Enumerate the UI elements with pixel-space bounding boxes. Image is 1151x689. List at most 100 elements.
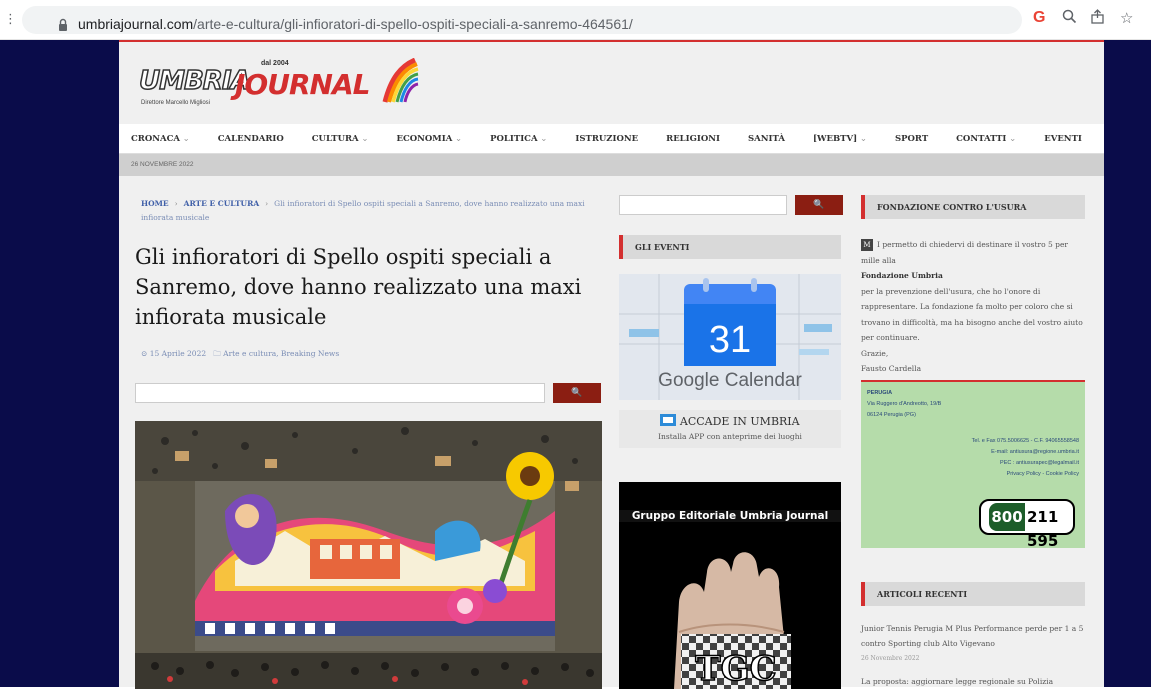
nav-item-label: CRONACA	[131, 133, 180, 144]
contact-details: Tel. e Fax 075.5006625 - C.F. 9406555854…	[972, 436, 1079, 480]
events-widget-heading: GLI EVENTI	[619, 235, 841, 259]
fond-body: per la prevenzione dell'usura, che ho l'…	[861, 286, 1083, 343]
logo-swirl-icon	[382, 58, 419, 103]
nav-item[interactable]: CALENDARIO	[218, 134, 284, 144]
contact-address-line2: 06124 Perugia (PG)	[867, 412, 916, 418]
nav-item-label: CONTATTI	[956, 133, 1007, 144]
accade-in-umbria-banner[interactable]: ACCADE IN UMBRIA Installa APP con antepr…	[619, 410, 841, 448]
google-icon[interactable]: G	[1033, 9, 1045, 27]
contact-email[interactable]: E-mail: antiusura@regione.umbria.it	[972, 447, 1079, 458]
nav-item-label: [WEBTV]	[812, 133, 858, 144]
contact-address-line1: Via Ruggero d'Andreotto, 19/B	[867, 401, 942, 407]
search-icon: 🔍	[813, 200, 825, 210]
accade-subtitle: Installa APP con anteprime dei luoghi	[658, 432, 802, 441]
contact-tel: Tel. e Fax 075.5006625 - C.F. 9406555854…	[971, 438, 1079, 444]
recent-articles-list: Junior Tennis Perugia M Plus Performance…	[861, 621, 1085, 689]
breadcrumb-home[interactable]: HOME	[141, 199, 169, 208]
nav-item[interactable]: POLITICA ⌄	[490, 134, 547, 144]
nav-item[interactable]: ISTRUZIONE	[575, 134, 638, 144]
site-logo[interactable]: dal 2004 UMBRIA JOURNAL Direttore Marcel…	[138, 58, 419, 118]
google-calendar-text: Google Calendar	[658, 370, 802, 391]
fond-intro: I permetto di chiedervi di destinare il …	[861, 240, 1069, 265]
chevron-down-icon: ⌄	[179, 133, 190, 144]
zoom-icon[interactable]	[1062, 9, 1077, 28]
fondazione-heading: FONDAZIONE CONTRO L'USURA	[861, 195, 1085, 219]
nav-item-label: EVENTI	[1044, 133, 1082, 144]
chevron-down-icon: ⌄	[537, 133, 548, 144]
article-meta: ⊙ 15 Aprile 2022 🗀 Arte e cultura, Break…	[141, 348, 339, 361]
main-nav: CRONACA ⌄ CALENDARIO CULTURA ⌄ ECONOMIA ⌄ PO…	[119, 124, 1104, 154]
antiusura-contact-box[interactable]: PERUGIA Via Ruggero d'Andreotto, 19/B 06…	[861, 380, 1085, 550]
accade-title: ACCADE IN UMBRIA	[619, 414, 841, 428]
logo-journal-text: JOURNAL	[235, 68, 370, 101]
nav-item-label: POLITICA	[490, 133, 538, 144]
nav-item[interactable]: ECONOMIA ⌄	[396, 134, 462, 144]
nav-item-label: ECONOMIA	[396, 133, 453, 144]
logo-tagline: Direttore Marcello Migliosi	[141, 100, 211, 106]
share-icon[interactable]	[1090, 9, 1105, 28]
search-icon: 🔍	[571, 388, 583, 398]
menu-dots-icon[interactable]: ⋮	[4, 12, 17, 27]
toll-free-number[interactable]: 800 211 595	[979, 499, 1075, 550]
nav-item-label: RELIGIONI	[666, 133, 721, 144]
contact-pec[interactable]: PEC : antiusurapec@legalmail.it	[972, 458, 1079, 469]
recent-article-title[interactable]: Junior Tennis Perugia M Plus Performance…	[861, 621, 1085, 651]
bookmark-star-icon[interactable]: ☆	[1120, 9, 1133, 27]
chevron-down-icon: ⌄	[358, 133, 369, 144]
nav-item[interactable]: SPORT	[895, 134, 928, 144]
folder-icon: 🗀	[213, 349, 221, 358]
lock-icon[interactable]	[58, 18, 68, 32]
nav-item-label: SANITÀ	[748, 133, 785, 144]
site-container: dal 2004 UMBRIA JOURNAL Direttore Marcel…	[119, 40, 1104, 689]
article-categories[interactable]: Arte e cultura, Breaking News	[223, 349, 339, 358]
accade-title-text: ACCADE IN UMBRIA	[679, 415, 800, 428]
sidebar-search: 🔍	[619, 195, 843, 215]
search-button[interactable]: 🔍	[553, 383, 601, 403]
breadcrumb-separator: ›	[265, 199, 269, 208]
browser-toolbar: ⋮ umbriajournal.com/arte-e-cultura/gli-i…	[0, 0, 1151, 40]
phone-number: 211 595	[1027, 508, 1059, 550]
fondazione-logo-icon: M	[861, 239, 873, 251]
app-icon	[660, 414, 677, 426]
privacy-links[interactable]: Privacy Policy - Cookie Policy	[972, 469, 1079, 480]
url-text[interactable]: umbriajournal.com/arte-e-cultura/gli-inf…	[78, 16, 633, 32]
nav-item[interactable]: RELIGIONI	[666, 134, 720, 144]
chevron-down-icon: ⌄	[1006, 133, 1017, 144]
nav-item-label: SPORT	[894, 133, 929, 144]
breadcrumb-separator: ›	[174, 199, 178, 208]
breadcrumb-section[interactable]: ARTE E CULTURA	[184, 199, 260, 208]
nav-item-label: ISTRUZIONE	[575, 133, 639, 144]
fondazione-text: MI permetto di chiedervi di destinare il…	[861, 237, 1085, 377]
nav-item[interactable]: SANITÀ	[748, 134, 785, 144]
gruppo-editoriale-banner[interactable]: Gruppo Editoriale Umbria Journal TGC	[619, 482, 841, 689]
calendar-day: 31	[709, 319, 751, 361]
search-input[interactable]	[135, 383, 545, 403]
nav-item[interactable]: CONTATTI ⌄	[956, 134, 1016, 144]
fond-name: Fondazione Umbria	[861, 271, 943, 280]
breadcrumb: HOME › ARTE E CULTURA › Gli infioratori di S…	[141, 197, 601, 225]
nav-item[interactable]: EVENTI	[1044, 134, 1082, 144]
sidebar-search-button[interactable]: 🔍	[795, 195, 843, 215]
article-hero-image[interactable]	[135, 421, 602, 689]
address-bar[interactable]: umbriajournal.com/arte-e-cultura/gli-inf…	[22, 6, 1022, 34]
url-host: umbriajournal.com	[78, 16, 194, 32]
contact-address: PERUGIA Via Ruggero d'Andreotto, 19/B 06…	[867, 388, 941, 421]
phone-prefix: 800	[989, 503, 1025, 531]
sidebar-search-input[interactable]	[619, 195, 787, 215]
card-logo: TGC	[695, 649, 776, 689]
recent-article-date: 26 Novembre 2022	[861, 655, 920, 662]
google-calendar-banner[interactable]: 31 Google Calendar	[619, 274, 841, 400]
current-date: 26 NOVEMBRE 2022	[131, 161, 194, 168]
article-title: Gli infioratori di Spello ospiti special…	[135, 245, 582, 329]
article-date: 15 Aprile 2022	[149, 349, 207, 358]
chevron-down-icon: ⌄	[452, 133, 463, 144]
recent-articles-heading: ARTICOLI RECENTI	[861, 582, 1085, 606]
article-search: 🔍	[135, 383, 602, 403]
nav-item[interactable]: CULTURA ⌄	[312, 134, 369, 144]
logo-umbria-text: UMBRIA	[138, 65, 251, 97]
nav-item[interactable]: CRONACA ⌄	[131, 134, 190, 144]
url-path: /arte-e-cultura/gli-infioratori-di-spell…	[193, 16, 633, 32]
nav-item[interactable]: [WEBTV] ⌄	[813, 134, 867, 144]
nav-item-label: CALENDARIO	[217, 133, 284, 144]
logo-since: dal 2004	[261, 60, 289, 67]
